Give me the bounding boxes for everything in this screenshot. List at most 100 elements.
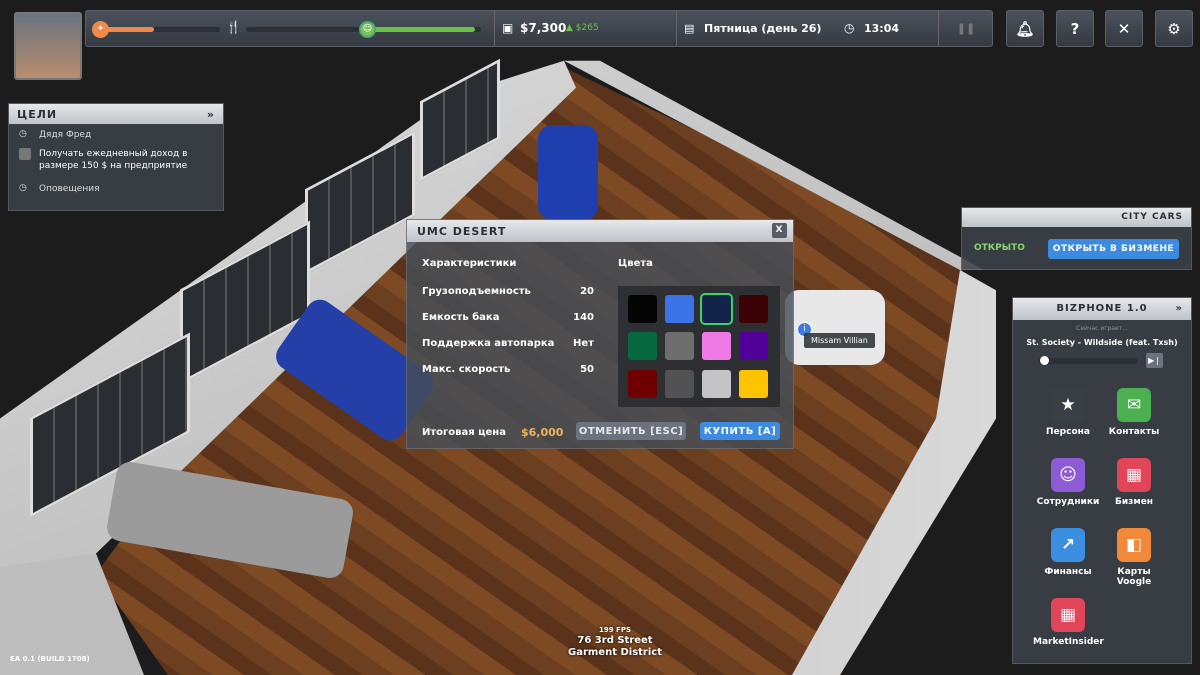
spec-label: Поддержка автопарка — [422, 338, 555, 349]
specs-title: Характеристики — [422, 258, 517, 269]
color-swatch[interactable] — [739, 369, 768, 398]
goals-header[interactable]: ЦЕЛИ » — [9, 104, 223, 124]
pause-button[interactable]: ❚❚ — [938, 11, 993, 46]
hunger-icon: 🍴 — [226, 20, 241, 34]
color-swatch[interactable] — [628, 369, 657, 398]
spec-label: Грузоподъемность — [422, 286, 531, 297]
bizphone-title: BIZPHONE 1.0 — [1056, 303, 1148, 314]
app-label: Бизмен — [1114, 497, 1154, 507]
price-value: $6,000 — [521, 426, 564, 439]
color-swatch[interactable] — [702, 369, 731, 398]
goal-group-title: Дядя Фред — [39, 130, 92, 140]
color-swatch[interactable] — [700, 293, 733, 325]
goals-panel: ЦЕЛИ » ◷ Дядя Фред Получать ежедневный дох… — [8, 103, 224, 211]
app-финансы[interactable]: ↗ Финансы — [1033, 528, 1103, 577]
bizphone-panel: BIZPHONE 1.0 » Сейчас играет... St. Socie… — [1012, 297, 1192, 664]
npc-name-tag[interactable]: Missam Villian — [804, 333, 875, 348]
dialog-title: UMC DESERT — [417, 225, 507, 238]
energy-icon: ✦ — [92, 21, 109, 38]
settings-button[interactable]: ⚙ — [1155, 10, 1193, 47]
bell-icon: 🔔︎ — [1015, 19, 1035, 38]
task-text: Получать ежедневный доход в размере 150 … — [39, 149, 188, 171]
player-avatar[interactable] — [14, 12, 82, 80]
clock-icon: ◷ — [19, 129, 27, 139]
goal-group: ◷ Дядя Фред — [9, 124, 223, 140]
color-swatch[interactable] — [702, 332, 731, 361]
app-контакты[interactable]: ✉ Контакты — [1099, 388, 1169, 437]
top-status-bar: ✦ 🍴 ☺ ▣ $7,300 ▲ $265 ▤ Пятница (день 26… — [85, 10, 993, 47]
color-swatch[interactable] — [739, 295, 768, 323]
app-icon: ☺ — [1051, 458, 1085, 492]
gear-icon: ⚙ — [1167, 19, 1181, 38]
cancel-button[interactable]: ОТМЕНИТЬ [ESC] — [576, 422, 686, 440]
task-checkbox[interactable] — [19, 148, 31, 160]
clock-icon: ◷ — [844, 21, 855, 35]
color-swatch[interactable] — [665, 295, 694, 323]
goals-title: ЦЕЛИ — [17, 108, 58, 121]
blue-van[interactable] — [538, 125, 598, 220]
close-button[interactable]: X — [772, 223, 787, 238]
app-карты-voogle[interactable]: ◧ Карты Voogle — [1099, 528, 1169, 587]
notifications-title: Оповещения — [39, 184, 100, 194]
color-swatch[interactable] — [665, 332, 694, 361]
spec-value: 20 — [580, 286, 594, 297]
app-marketinsider[interactable]: ▦ MarketInsider — [1033, 598, 1104, 647]
specs-list: Грузоподъемность 20 Емкость бака 140 Поддерж… — [422, 286, 594, 390]
app-label: Финансы — [1044, 567, 1092, 577]
time-label: 13:04 — [864, 22, 900, 35]
app-сотрудники[interactable]: ☺ Сотрудники — [1033, 458, 1103, 507]
app-icon: ▦ — [1051, 598, 1085, 632]
skip-track-button[interactable]: ▶❘ — [1146, 353, 1163, 368]
notifications-section[interactable]: ◷ Оповещения — [9, 180, 223, 194]
collapse-icon[interactable]: » — [207, 108, 215, 121]
district-label: Garment District — [568, 647, 662, 658]
color-swatch[interactable] — [665, 369, 694, 398]
hunger-bar — [246, 27, 361, 32]
track-progress[interactable] — [1038, 356, 1138, 365]
street-label: 76 3rd Street — [577, 635, 653, 646]
happiness-bar — [366, 27, 481, 32]
spec-value: 50 — [580, 364, 594, 375]
business-status: ОТКРЫТО — [974, 243, 1025, 253]
open-in-bizman-button[interactable]: ОТКРЫТЬ В БИЗМЕНЕ — [1048, 239, 1179, 259]
now-playing-label: Сейчас играет... — [1076, 325, 1128, 332]
app-label: Контакты — [1108, 427, 1160, 437]
app-бизмен[interactable]: ▦ Бизмен — [1099, 458, 1169, 507]
notifications-button[interactable]: 🔔︎ — [1006, 10, 1044, 47]
app-icon: ↗ — [1051, 528, 1085, 562]
calendar-icon: ▤ — [684, 22, 695, 35]
energy-bar — [100, 27, 220, 32]
app-icon: ◧ — [1117, 528, 1151, 562]
colors-title: Цвета — [618, 258, 653, 269]
day-label: Пятница (день 26) — [704, 22, 822, 35]
spec-row: Емкость бака 140 — [422, 312, 594, 338]
color-swatch[interactable] — [628, 332, 657, 361]
collapse-icon[interactable]: » — [1176, 303, 1183, 314]
app-персона[interactable]: ★ Персона — [1033, 388, 1103, 437]
track-title: St. Society - Wildside (feat. Txsh) — [1026, 338, 1178, 347]
price-label: Итоговая цена — [422, 427, 506, 438]
happiness-icon: ☺ — [359, 21, 376, 38]
color-swatch[interactable] — [628, 295, 657, 323]
mute-button[interactable]: ✕ — [1105, 10, 1143, 47]
app-label: Сотрудники — [1036, 497, 1100, 507]
spec-row: Поддержка автопарка Нет — [422, 338, 594, 364]
clock-icon: ◷ — [19, 183, 27, 193]
bizphone-header: BIZPHONE 1.0 » — [1013, 298, 1191, 320]
app-label: MarketInsider — [1033, 637, 1104, 647]
spec-row: Грузоподъемность 20 — [422, 286, 594, 312]
spec-value: Нет — [573, 338, 594, 349]
fps-counter: 199 FPS — [598, 626, 631, 634]
color-picker — [618, 286, 780, 407]
color-swatch[interactable] — [739, 332, 768, 361]
money-icon: ▣ — [502, 21, 514, 35]
app-icon: ▦ — [1117, 458, 1151, 492]
money-value: $7,300 — [520, 21, 567, 35]
muted-icon: ✕ — [1117, 19, 1131, 38]
spec-label: Макс. скорость — [422, 364, 511, 375]
buy-button[interactable]: КУПИТЬ [A] — [700, 422, 780, 440]
spec-label: Емкость бака — [422, 312, 500, 323]
help-button[interactable]: ? — [1056, 10, 1094, 47]
business-panel: CITY CARS ОТКРЫТО ОТКРЫТЬ В БИЗМЕНЕ — [961, 207, 1192, 270]
spec-row: Макс. скорость 50 — [422, 364, 594, 390]
